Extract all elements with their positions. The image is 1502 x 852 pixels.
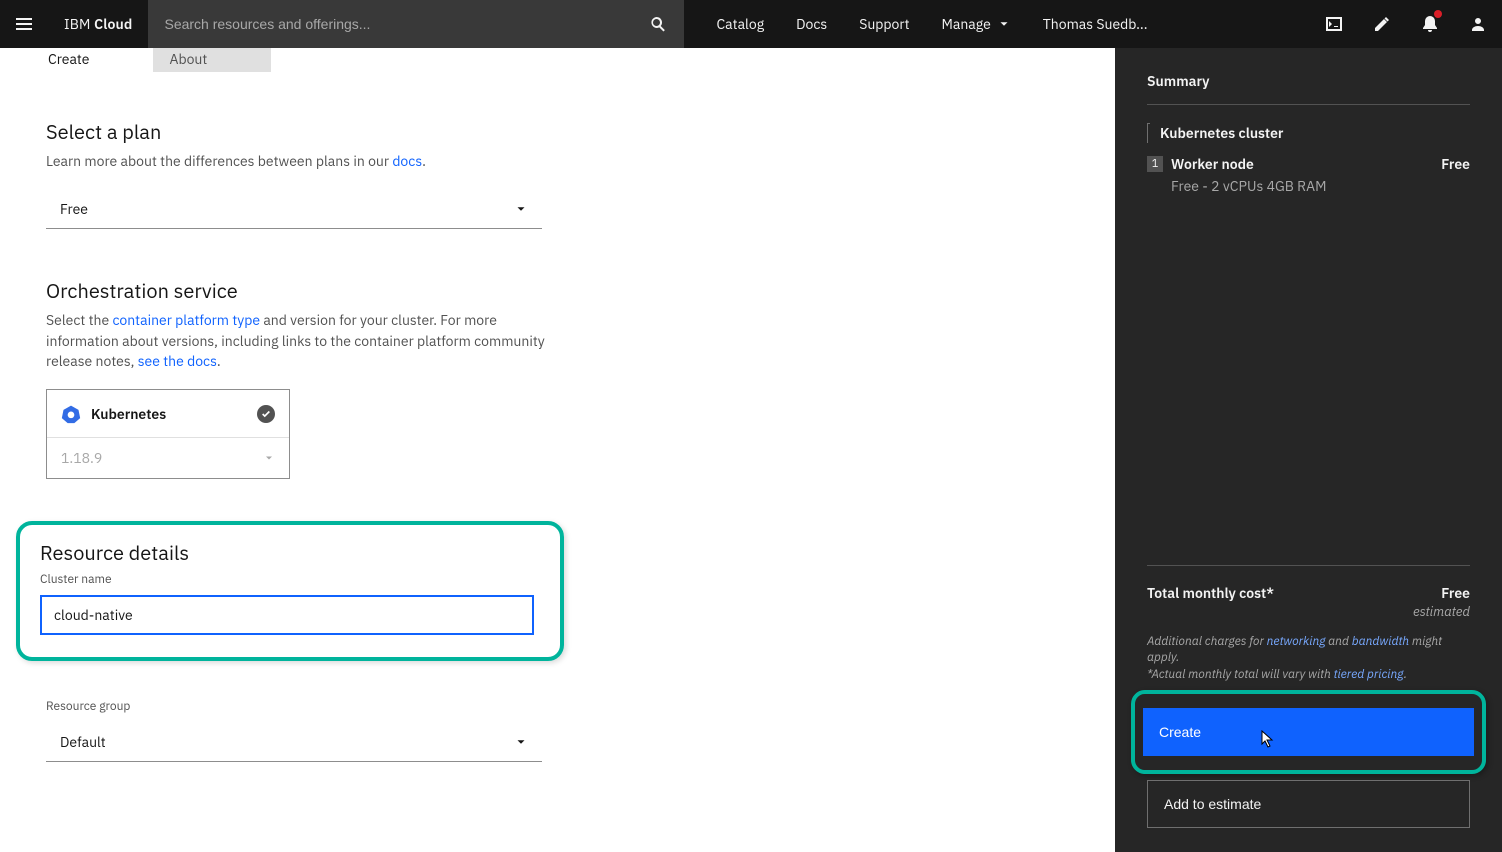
chevron-down-icon <box>514 202 528 216</box>
tab-create[interactable]: Create <box>32 48 153 72</box>
worker-price: Free <box>1441 155 1470 173</box>
orch-version-dropdown[interactable]: 1.18.9 <box>47 438 289 478</box>
nav-docs[interactable]: Docs <box>780 0 843 48</box>
brand-label[interactable]: IBM Cloud <box>48 15 148 33</box>
create-button-label: Create <box>1159 724 1201 740</box>
brand-prefix: IBM <box>64 15 94 33</box>
worker-label: Worker node <box>1171 155 1441 173</box>
networking-link[interactable]: networking <box>1267 634 1326 649</box>
plan-dropdown[interactable]: Free <box>46 189 542 229</box>
total-price: Free <box>1441 584 1470 602</box>
check-circle <box>257 405 275 423</box>
resource-details-highlight: Resource details Cluster name <box>16 521 564 661</box>
worker-count-badge: 1 <box>1147 156 1163 172</box>
worker-desc: Free - 2 vCPUs 4GB RAM <box>1171 177 1470 195</box>
chevron-down-icon <box>263 452 275 464</box>
nav-links: Catalog Docs Support Manage Thomas Suedb… <box>700 0 1163 48</box>
orch-sub-pre: Select the <box>46 311 112 329</box>
orch-link2[interactable]: see the docs <box>138 352 217 370</box>
nav-catalog[interactable]: Catalog <box>700 0 780 48</box>
header-icons <box>1310 0 1502 48</box>
total-row: Total monthly cost* Free estimated <box>1147 565 1470 620</box>
tree-line <box>1147 123 1150 143</box>
orch-subtitle: Select the container platform type and v… <box>46 310 554 371</box>
orch-sub-post: . <box>217 352 221 370</box>
hamburger-icon <box>14 14 34 34</box>
search-field-wrap[interactable] <box>148 0 684 48</box>
orch-version: 1.18.9 <box>61 449 102 467</box>
summary-title: Summary <box>1147 72 1470 105</box>
cluster-name-input[interactable] <box>40 595 534 635</box>
add-to-estimate-button[interactable]: Add to estimate <box>1147 780 1470 828</box>
header-bar: IBM Cloud Catalog Docs Support Manage Th… <box>0 0 1502 48</box>
create-highlight: Create <box>1131 690 1486 774</box>
user-icon <box>1468 14 1488 34</box>
checkmark-icon <box>261 409 271 419</box>
kubernetes-icon <box>61 404 81 424</box>
page-body: Create About Select a plan Learn more ab… <box>0 48 1502 852</box>
resource-title: Resource details <box>40 539 540 566</box>
resource-group-block: Resource group Default <box>46 699 554 762</box>
orch-option[interactable]: Kubernetes <box>47 390 289 438</box>
fine2-pre: *Actual monthly total will vary with <box>1147 667 1334 682</box>
create-button[interactable]: Create <box>1143 708 1474 756</box>
plan-title: Select a plan <box>46 118 554 145</box>
orch-link1[interactable]: container platform type <box>112 311 260 329</box>
notification-dot <box>1434 10 1442 18</box>
nav-user[interactable]: Thomas Suedb... <box>1027 0 1164 48</box>
resource-group-value: Default <box>60 733 106 751</box>
search-icon[interactable] <box>648 14 668 34</box>
brand-bold: Cloud <box>94 15 132 33</box>
hamburger-menu-button[interactable] <box>0 0 48 48</box>
orch-title: Orchestration service <box>46 277 554 304</box>
plan-selected: Free <box>60 200 88 218</box>
plan-docs-link[interactable]: docs <box>392 152 422 170</box>
total-label: Total monthly cost* <box>1147 584 1274 602</box>
fine-print: Additional charges for networking and ba… <box>1147 634 1470 684</box>
account-button[interactable] <box>1454 0 1502 48</box>
shell-button[interactable] <box>1310 0 1358 48</box>
tabs: Create About <box>32 48 1115 72</box>
resource-group-label: Resource group <box>46 699 554 714</box>
tiered-pricing-link[interactable]: tiered pricing <box>1334 667 1404 682</box>
summary-cluster-row: Kubernetes cluster <box>1147 123 1470 143</box>
tab-about[interactable]: About <box>153 48 271 72</box>
cursor-icon <box>1261 730 1277 755</box>
nav-support[interactable]: Support <box>843 0 925 48</box>
nav-manage[interactable]: Manage <box>925 0 1026 48</box>
add-to-estimate-label: Add to estimate <box>1164 796 1261 812</box>
plan-sub-post: . <box>422 152 426 170</box>
fine-mid1: and <box>1325 634 1351 649</box>
plan-subtitle: Learn more about the differences between… <box>46 151 554 171</box>
total-estimated: estimated <box>1413 603 1470 620</box>
chevron-down-icon <box>514 735 528 749</box>
resource-group-dropdown[interactable]: Default <box>46 722 542 762</box>
chevron-down-icon <box>997 17 1011 31</box>
cluster-name-label: Cluster name <box>40 572 540 587</box>
plan-sub-pre: Learn more about the differences between… <box>46 152 392 170</box>
fine2-post: . <box>1404 667 1407 682</box>
notifications-button[interactable] <box>1406 0 1454 48</box>
search-input[interactable] <box>164 16 648 32</box>
bandwidth-link[interactable]: bandwidth <box>1352 634 1409 649</box>
summary-worker-row: 1 Worker node Free <box>1147 155 1470 173</box>
form-content: Select a plan Learn more about the diffe… <box>0 72 600 786</box>
edit-button[interactable] <box>1358 0 1406 48</box>
orch-card[interactable]: Kubernetes 1.18.9 <box>46 389 290 479</box>
main-content: Create About Select a plan Learn more ab… <box>0 48 1115 852</box>
orch-option-label: Kubernetes <box>91 405 247 423</box>
terminal-icon <box>1324 14 1344 34</box>
nav-manage-label: Manage <box>941 15 990 33</box>
pencil-icon <box>1372 14 1392 34</box>
summary-cluster-label: Kubernetes cluster <box>1160 124 1283 142</box>
fine-pre: Additional charges for <box>1147 634 1267 649</box>
summary-sidebar: Summary Kubernetes cluster 1 Worker node… <box>1115 48 1502 852</box>
